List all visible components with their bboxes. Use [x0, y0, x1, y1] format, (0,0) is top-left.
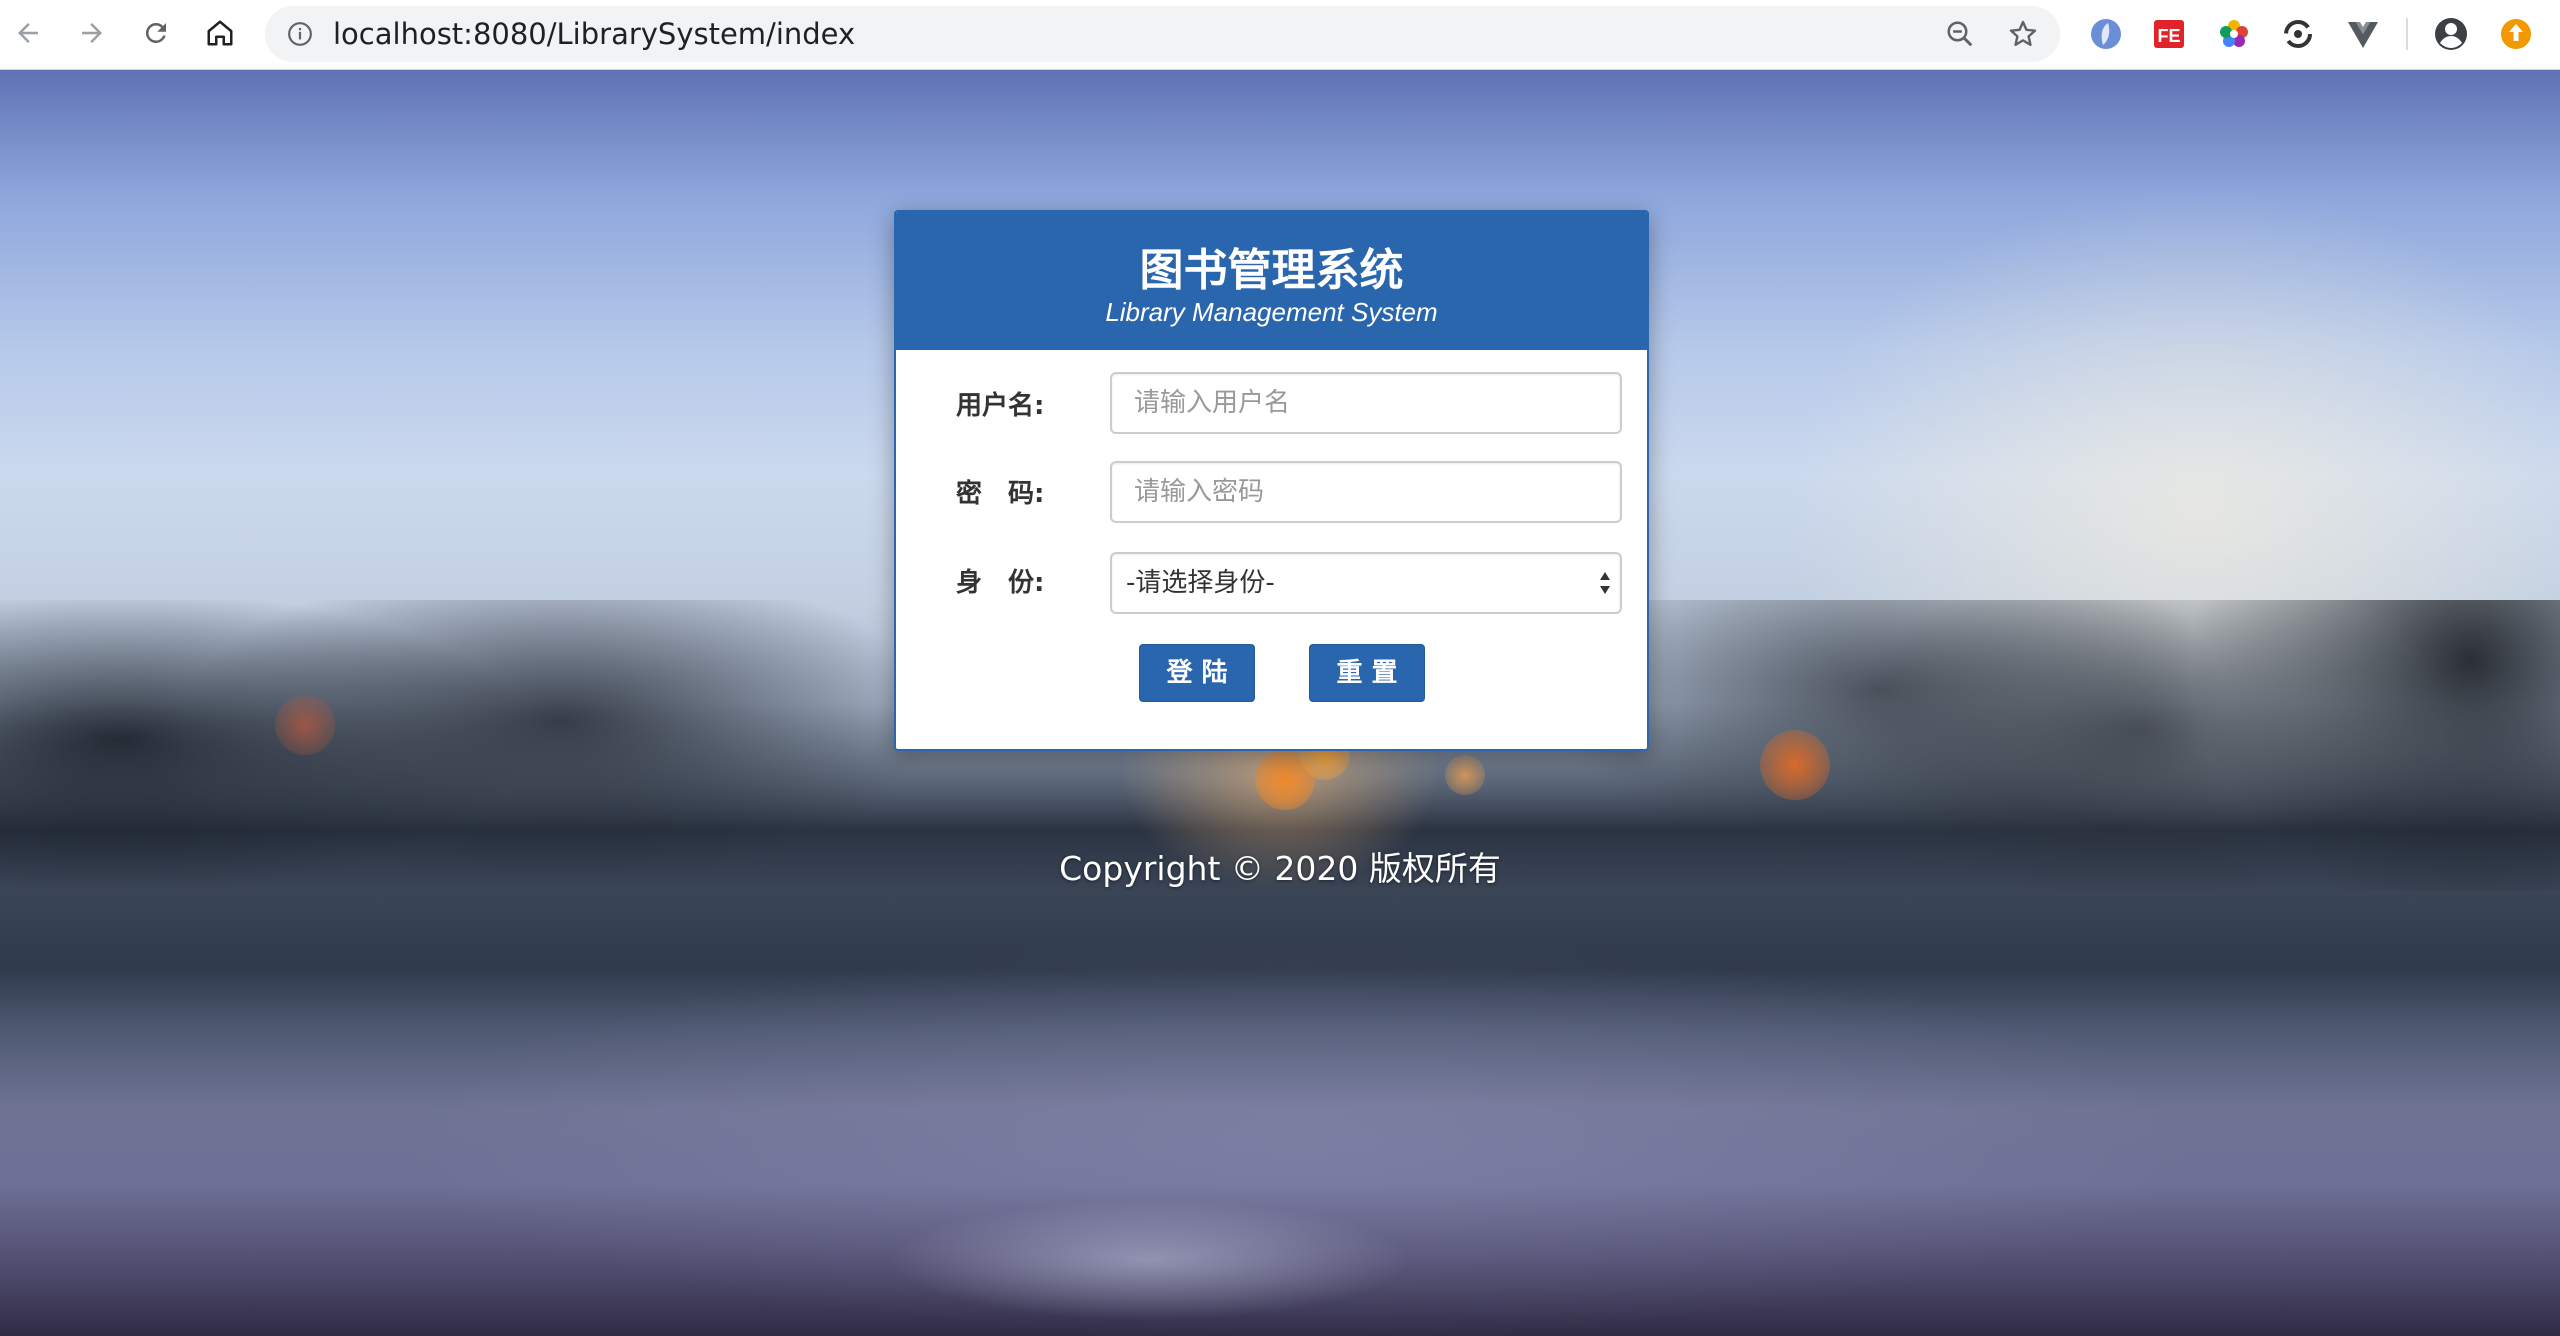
bokeh-light: [1445, 755, 1485, 795]
reload-icon: [145, 22, 166, 43]
extension-fe-icon[interactable]: FE: [2151, 16, 2187, 52]
system-subtitle: Library Management System: [1105, 297, 1438, 327]
system-title: 图书管理系统: [1139, 245, 1404, 296]
address-bar[interactable]: localhost:8080/LibrarySystem/index: [265, 6, 2060, 62]
info-icon[interactable]: [287, 21, 313, 47]
update-arrow-icon[interactable]: [2498, 16, 2534, 52]
reset-button[interactable]: 重 置: [1309, 644, 1425, 702]
bokeh-light: [275, 695, 335, 755]
home-button[interactable]: [200, 13, 240, 53]
toolbar-divider: [2406, 18, 2408, 50]
role-select[interactable]: -请选择身份-: [1110, 552, 1622, 614]
username-label: 用户名:: [956, 391, 1045, 421]
extension-sync-icon[interactable]: [2280, 16, 2316, 52]
role-label: 身 份:: [956, 568, 1045, 598]
back-button[interactable]: [8, 13, 48, 53]
bookmark-star-icon[interactable]: [2007, 18, 2039, 50]
browser-toolbar: localhost:8080/LibrarySystem/index FE: [0, 0, 2560, 70]
extension-blue-shield-icon[interactable]: [2088, 16, 2124, 52]
page-background: 图书管理系统 Library Management System 用户名: 密 …: [0, 70, 2560, 1336]
select-arrows-icon: [1600, 572, 1610, 594]
frosted-surface: [0, 890, 2560, 1336]
bokeh-light: [1760, 730, 1830, 800]
role-select-value: -请选择身份-: [1126, 568, 1275, 598]
forward-button[interactable]: [72, 13, 112, 53]
login-button[interactable]: 登 陆: [1139, 644, 1255, 702]
extension-flower-icon[interactable]: [2216, 16, 2252, 52]
copyright-text: Copyright © 2020 版权所有: [1059, 849, 1501, 888]
reload-button[interactable]: [136, 13, 176, 53]
extension-vue-devtools-icon[interactable]: [2345, 16, 2381, 52]
profile-avatar-icon[interactable]: [2433, 16, 2469, 52]
login-panel: 图书管理系统 Library Management System 用户名: 密 …: [894, 210, 1649, 751]
password-label: 密 码:: [956, 479, 1045, 509]
username-input[interactable]: [1110, 372, 1622, 434]
home-icon: [207, 20, 233, 46]
svg-text:FE: FE: [2157, 26, 2180, 46]
forward-arrow-icon: [82, 23, 102, 43]
login-header: 图书管理系统 Library Management System: [896, 212, 1647, 350]
password-input[interactable]: [1110, 461, 1622, 523]
back-arrow-icon: [18, 23, 38, 43]
zoom-out-icon[interactable]: [1945, 19, 1975, 49]
url-text[interactable]: localhost:8080/LibrarySystem/index: [333, 6, 855, 62]
